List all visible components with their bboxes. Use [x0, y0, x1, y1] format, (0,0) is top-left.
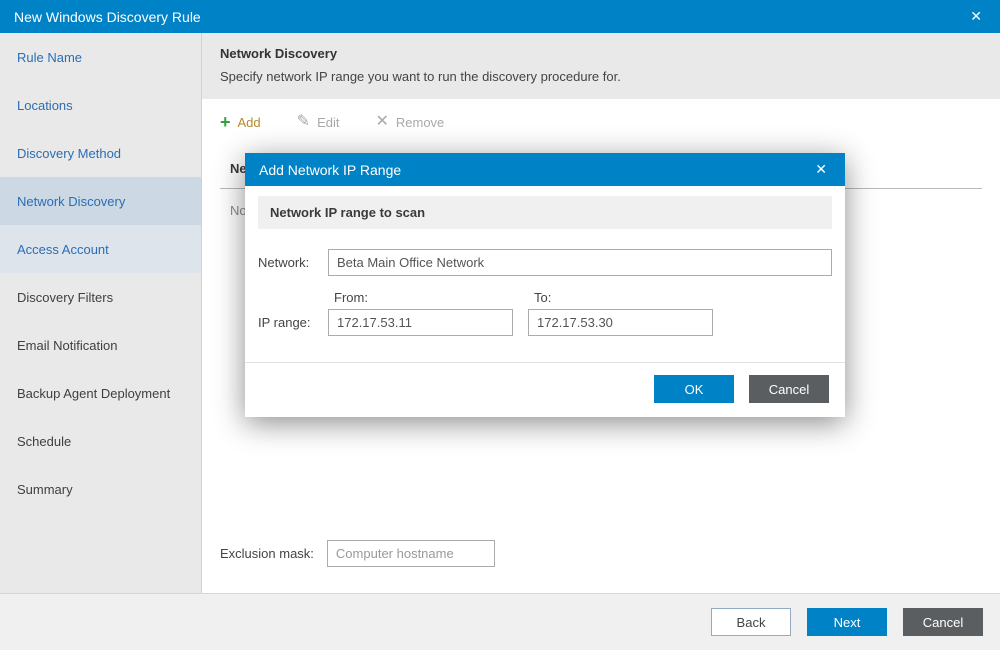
- wizard-footer: Back Next Cancel: [0, 593, 1000, 650]
- edit-button-label: Edit: [317, 115, 339, 130]
- pencil-icon: ✎: [297, 114, 310, 130]
- sidebar-item-rule-name[interactable]: Rule Name: [0, 33, 201, 81]
- sidebar-item-label: Rule Name: [17, 50, 82, 65]
- dialog-title: Add Network IP Range: [259, 162, 401, 178]
- remove-button-label: Remove: [396, 115, 444, 130]
- add-ip-range-dialog: Add Network IP Range ✕ Network IP range …: [245, 153, 845, 417]
- back-button[interactable]: Back: [711, 608, 791, 636]
- sidebar-item-discovery-method[interactable]: Discovery Method: [0, 129, 201, 177]
- sidebar-item-label: Summary: [17, 482, 73, 497]
- sidebar-item-backup-agent-deployment[interactable]: Backup Agent Deployment: [0, 369, 201, 417]
- ok-button[interactable]: OK: [654, 375, 734, 403]
- remove-button[interactable]: ✕ Remove: [375, 114, 444, 130]
- step-header: Network Discovery Specify network IP ran…: [202, 33, 1000, 99]
- sidebar-item-schedule[interactable]: Schedule: [0, 417, 201, 465]
- ip-range-label: IP range:: [258, 315, 328, 330]
- sidebar-item-label: Schedule: [17, 434, 71, 449]
- sidebar-item-label: Discovery Filters: [17, 290, 113, 305]
- sidebar-item-label: Locations: [17, 98, 73, 113]
- network-name-input[interactable]: [328, 249, 832, 276]
- ip-from-input[interactable]: [328, 309, 513, 336]
- sidebar-item-label: Email Notification: [17, 338, 117, 353]
- sidebar-item-network-discovery[interactable]: Network Discovery: [0, 177, 201, 225]
- sidebar-item-email-notification[interactable]: Email Notification: [0, 321, 201, 369]
- dialog-footer: OK Cancel: [245, 362, 845, 417]
- wizard-cancel-button[interactable]: Cancel: [903, 608, 983, 636]
- list-toolbar: + Add ✎ Edit ✕ Remove: [202, 99, 1000, 145]
- sidebar-item-label: Discovery Method: [17, 146, 121, 161]
- from-label: From:: [328, 290, 528, 305]
- dialog-cancel-button[interactable]: Cancel: [749, 375, 829, 403]
- sidebar-item-label: Network Discovery: [17, 194, 125, 209]
- wizard-sidebar: Rule Name Locations Discovery Method Net…: [0, 33, 202, 593]
- sidebar-item-access-account[interactable]: Access Account: [0, 225, 201, 273]
- next-button[interactable]: Next: [807, 608, 887, 636]
- step-subtitle: Specify network IP range you want to run…: [220, 69, 982, 84]
- dialog-titlebar: Add Network IP Range ✕: [245, 153, 845, 186]
- step-title: Network Discovery: [220, 46, 982, 61]
- ip-range-row: IP range:: [258, 309, 832, 336]
- sidebar-item-label: Backup Agent Deployment: [17, 386, 170, 401]
- sidebar-item-summary[interactable]: Summary: [0, 465, 201, 513]
- exclusion-mask-label: Exclusion mask:: [220, 546, 314, 561]
- window-titlebar: New Windows Discovery Rule ✕: [0, 0, 1000, 33]
- edit-button[interactable]: ✎ Edit: [297, 114, 340, 130]
- to-label: To:: [528, 290, 728, 305]
- sidebar-item-locations[interactable]: Locations: [0, 81, 201, 129]
- remove-x-icon: ✕: [375, 114, 388, 130]
- range-column-labels: From: To:: [258, 290, 832, 305]
- add-button[interactable]: + Add: [220, 113, 261, 131]
- exclusion-mask-input[interactable]: [327, 540, 495, 567]
- window-close-icon[interactable]: ✕: [966, 6, 986, 27]
- network-row: Network:: [258, 249, 832, 276]
- add-button-label: Add: [238, 115, 261, 130]
- dialog-close-icon[interactable]: ✕: [811, 159, 831, 180]
- plus-icon: +: [220, 113, 231, 131]
- sidebar-item-discovery-filters[interactable]: Discovery Filters: [0, 273, 201, 321]
- dialog-body: Network IP range to scan Network: From: …: [245, 186, 845, 362]
- window-title: New Windows Discovery Rule: [14, 9, 201, 25]
- sidebar-item-label: Access Account: [17, 242, 109, 257]
- exclusion-mask-row: Exclusion mask:: [220, 540, 982, 567]
- ip-to-input[interactable]: [528, 309, 713, 336]
- network-label: Network:: [258, 255, 328, 270]
- dialog-section-header: Network IP range to scan: [258, 196, 832, 229]
